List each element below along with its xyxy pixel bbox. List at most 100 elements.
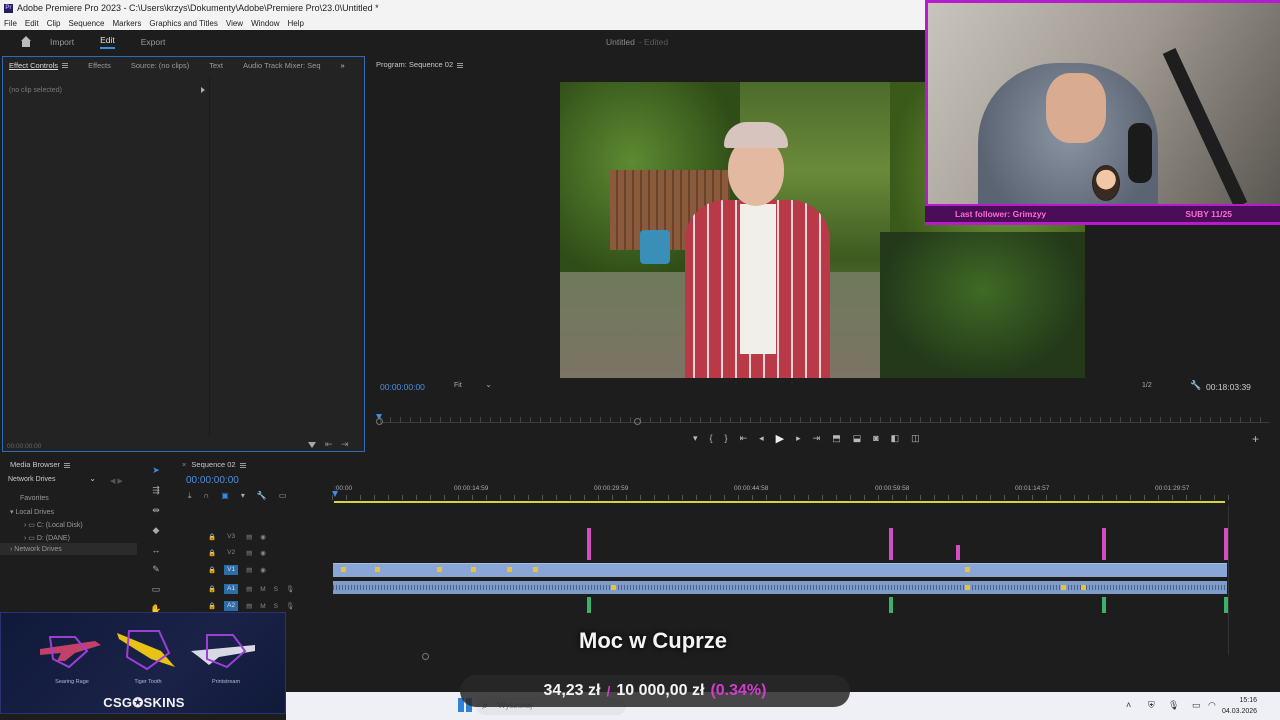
- keyframe[interactable]: [341, 567, 346, 572]
- audio-clip[interactable]: [587, 597, 591, 613]
- timeline-timecode[interactable]: 00:00:00:00: [186, 475, 239, 486]
- menu-sequence[interactable]: Sequence: [68, 19, 104, 28]
- slip-icon[interactable]: ↔: [152, 545, 161, 555]
- tab-effect-controls[interactable]: Effect Controls: [9, 61, 69, 70]
- audio-clip[interactable]: [889, 597, 893, 613]
- go-to-out-icon[interactable]: ⇥: [813, 433, 821, 444]
- go-to-in-icon[interactable]: ⇤: [740, 433, 748, 444]
- keyframe[interactable]: [1081, 585, 1086, 590]
- expand-arrow-icon[interactable]: [201, 87, 205, 93]
- more-tabs-icon[interactable]: »: [341, 61, 345, 70]
- ripple-edit-icon[interactable]: ⇹: [152, 505, 160, 516]
- sync-icon[interactable]: ▤: [246, 602, 252, 610]
- track-label[interactable]: A2: [224, 601, 239, 611]
- tree-network-drives[interactable]: › Network Drives: [10, 546, 62, 553]
- settings-wrench-icon[interactable]: 🔧: [257, 491, 267, 501]
- tree-local-drives[interactable]: ▾ Local Drives: [10, 508, 54, 516]
- mic-icon[interactable]: 🎙: [286, 602, 294, 610]
- mark-in-icon[interactable]: {: [710, 433, 713, 443]
- keyframe[interactable]: [507, 567, 512, 572]
- panel-menu-icon[interactable]: [64, 462, 71, 468]
- time-ruler[interactable]: :00:00 00:00:14:59 00:00:29:59 00:00:44:…: [332, 481, 1232, 503]
- zoom-select[interactable]: Fit: [454, 380, 492, 389]
- close-icon[interactable]: ×: [182, 460, 186, 469]
- panel-menu-icon[interactable]: [457, 62, 464, 68]
- wrench-icon[interactable]: 🔧: [1190, 380, 1201, 391]
- sequence-tab[interactable]: × Sequence 02: [182, 460, 246, 469]
- tree-d-drive[interactable]: › ▭ D: (DANE): [24, 534, 70, 542]
- tab-edit[interactable]: Edit: [100, 35, 115, 49]
- track-label[interactable]: V3: [224, 532, 238, 542]
- sync-icon[interactable]: ▤: [246, 585, 252, 593]
- sync-icon[interactable]: ▤: [246, 566, 252, 574]
- tree-favorites[interactable]: Favorites: [20, 495, 49, 502]
- filter-icon[interactable]: [308, 442, 316, 448]
- graphic-clip[interactable]: [1102, 528, 1106, 560]
- menu-view[interactable]: View: [226, 19, 243, 28]
- display-icon[interactable]: ▭: [1192, 700, 1201, 711]
- menu-file[interactable]: File: [4, 19, 17, 28]
- keyframe[interactable]: [375, 567, 380, 572]
- solo-icon[interactable]: S: [274, 603, 278, 610]
- keyframe[interactable]: [437, 567, 442, 572]
- track-label[interactable]: V2: [224, 548, 238, 558]
- home-icon[interactable]: [20, 36, 32, 48]
- graphic-clip[interactable]: [956, 545, 960, 560]
- pen-icon[interactable]: ✎: [152, 564, 160, 575]
- tab-source[interactable]: Source: (no clips): [131, 61, 189, 70]
- lock-icon[interactable]: 🔒: [208, 602, 216, 610]
- scrub-end-handle[interactable]: [634, 418, 641, 425]
- timeline-horizontal-scrollbar[interactable]: [332, 653, 1232, 660]
- scrub-start-handle[interactable]: [376, 418, 383, 425]
- extract-icon[interactable]: ⬓: [853, 433, 862, 444]
- nest-icon[interactable]: ⤓: [188, 491, 192, 501]
- tab-text[interactable]: Text: [209, 61, 223, 70]
- linked-selection-icon[interactable]: ▣: [221, 491, 229, 501]
- program-timecode[interactable]: 00:00:00:00: [380, 382, 425, 392]
- lock-icon[interactable]: 🔒: [208, 585, 216, 593]
- export-icon[interactable]: ⇤: [325, 439, 333, 450]
- clock[interactable]: 15:16 04.03.2026: [1222, 695, 1257, 717]
- export-frame-icon[interactable]: ◙: [873, 433, 878, 443]
- media-browser-title[interactable]: Media Browser: [10, 460, 71, 469]
- keyframe[interactable]: [533, 567, 538, 572]
- keyframe[interactable]: [1061, 585, 1066, 590]
- nav-back-icon[interactable]: ◀ ▶: [110, 477, 123, 485]
- play-icon[interactable]: ▶: [776, 432, 784, 445]
- menu-clip[interactable]: Clip: [47, 19, 61, 28]
- timeline-playhead[interactable]: [332, 491, 338, 497]
- wifi-icon[interactable]: ◠: [1208, 700, 1216, 711]
- sync-icon[interactable]: ▤: [246, 549, 252, 557]
- rectangle-icon[interactable]: ▭: [152, 584, 161, 595]
- step-forward-icon[interactable]: ▸: [796, 433, 801, 444]
- program-scrubber[interactable]: [376, 414, 1276, 428]
- work-area-bar[interactable]: [334, 501, 1225, 503]
- track-label[interactable]: V1: [224, 565, 239, 575]
- tab-effects[interactable]: Effects: [88, 61, 111, 70]
- eye-icon[interactable]: ◉: [260, 566, 266, 574]
- track-select-icon[interactable]: ⇶: [152, 485, 160, 496]
- selection-tool-icon[interactable]: ➤: [152, 465, 160, 476]
- lock-icon[interactable]: 🔒: [208, 533, 216, 541]
- audio-clip[interactable]: [1102, 597, 1106, 613]
- keyframe[interactable]: [965, 567, 970, 572]
- a1-clip-track[interactable]: [333, 581, 1227, 594]
- resolution-select[interactable]: 1/2: [1142, 382, 1180, 389]
- sync-icon[interactable]: ▤: [246, 533, 252, 541]
- keyframe[interactable]: [965, 585, 970, 590]
- add-marker-icon[interactable]: ▾: [693, 433, 698, 444]
- multicam-icon[interactable]: ◫: [911, 433, 920, 444]
- razor-icon[interactable]: ◆: [153, 525, 160, 536]
- keyframe[interactable]: [471, 567, 476, 572]
- tree-c-drive[interactable]: › ▭ C: (Local Disk): [24, 521, 83, 529]
- mute-icon[interactable]: M: [260, 603, 265, 610]
- menu-graphics-titles[interactable]: Graphics and Titles: [149, 19, 217, 28]
- scroll-handle[interactable]: [422, 653, 429, 660]
- tab-export[interactable]: Export: [141, 37, 166, 47]
- v1-clip-track[interactable]: [333, 563, 1227, 577]
- track-label[interactable]: A1: [224, 584, 239, 594]
- chevron-up-icon[interactable]: ˄: [1126, 700, 1131, 710]
- graphic-clip[interactable]: [587, 528, 591, 560]
- menu-window[interactable]: Window: [251, 19, 279, 28]
- eye-icon[interactable]: ◉: [260, 533, 266, 541]
